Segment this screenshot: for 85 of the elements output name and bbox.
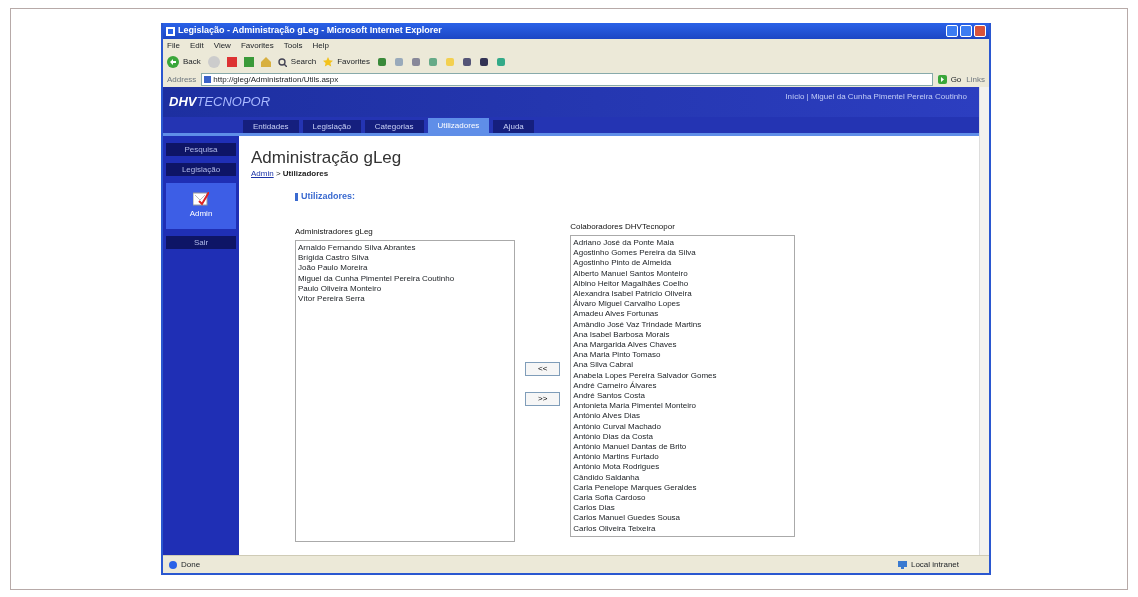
maximize-button[interactable] — [960, 25, 972, 37]
list-option[interactable]: Alexandra Isabel Patrício Oliveira — [573, 288, 793, 300]
list-option[interactable]: João Paulo Moreira — [298, 263, 512, 274]
list-option[interactable]: Miguel da Cunha Pimentel Pereira Coutinho — [298, 273, 512, 284]
list-option[interactable]: António Alves Dias — [573, 411, 793, 422]
list-option[interactable]: Brígida Castro Silva — [298, 253, 512, 264]
checklist-icon — [193, 192, 209, 206]
list-option[interactable]: Cândido Saldanha — [573, 472, 793, 483]
menu-item[interactable]: Tools — [283, 39, 303, 52]
list-label: Administradores gLeg — [295, 225, 374, 238]
favorites-button[interactable]: Favorites — [323, 56, 371, 68]
nav-tab[interactable]: Entidades — [243, 120, 299, 133]
list-option[interactable]: Ana Isabel Barbosa Morais — [573, 329, 793, 340]
list-option[interactable]: Amadeu Alves Fortunas — [573, 309, 793, 320]
back-button[interactable]: Back — [167, 56, 201, 68]
list-option[interactable]: Carlos Dias — [573, 503, 793, 514]
breadcrumb-link[interactable]: Admin — [251, 169, 274, 179]
list-option[interactable]: Ana Margarida Alves Chaves — [573, 339, 793, 351]
minimize-button[interactable] — [946, 25, 958, 37]
list-option[interactable]: André Carneiro Álvares — [573, 380, 793, 391]
menu-item[interactable]: View — [213, 39, 231, 52]
list-option[interactable]: Arnaldo Fernando Silva Abrantes — [298, 242, 512, 254]
close-button[interactable] — [974, 25, 986, 37]
nav-tab[interactable]: Ajuda — [493, 120, 534, 133]
nav-tab[interactable]: Categorias — [364, 120, 424, 133]
zone-text: Local intranet — [910, 558, 959, 571]
list-option[interactable]: António Manuel Dantas de Brito — [573, 441, 793, 453]
list-option[interactable]: Carla Sofia Cardoso — [573, 492, 793, 504]
list-option[interactable]: Carla Penelope Marques Geraldes — [573, 482, 793, 493]
links-button[interactable]: Links — [966, 73, 985, 86]
list-option[interactable]: Ana Silva Cabral — [573, 360, 793, 371]
home-icon[interactable] — [260, 57, 271, 67]
list-label: Colaboradores DHVTecnopor — [570, 220, 676, 233]
list-option[interactable]: Agostinho Gomes Pereira da Silva — [573, 248, 793, 259]
move-button[interactable]: << — [525, 361, 561, 376]
list-option[interactable]: Álvaro Miguel Carvalho Lopes — [573, 299, 793, 310]
list-option[interactable]: Adriano José da Ponte Maia — [573, 237, 793, 249]
list-option[interactable]: António Curval Machado — [573, 421, 793, 432]
list-option[interactable]: Anabela Lopes Pereira Salvador Gomes — [573, 370, 793, 381]
search-icon — [277, 57, 287, 67]
list-option[interactable]: Vítor Pereira Serra — [298, 293, 512, 305]
section-title: Utilizadores: — [301, 190, 355, 204]
sidebar-item[interactable]: Admin — [166, 183, 236, 229]
scrollbar[interactable] — [979, 87, 989, 555]
address-field[interactable]: http://gleg/Administration/Utils.aspx — [201, 73, 933, 86]
list-option[interactable]: Carlos Oliveira Teixeira — [573, 523, 793, 534]
list-option[interactable]: António Martins Furtado — [573, 452, 793, 463]
list-option[interactable]: Antonieta Maria Pimentel Monteiro — [573, 401, 793, 412]
list-option[interactable]: António Mota Rodrigues — [573, 462, 793, 473]
go-arrow-icon — [937, 75, 947, 84]
list-option[interactable]: Alberto Manuel Santos Monteiro — [573, 268, 793, 279]
menu-item[interactable]: Edit — [189, 39, 204, 52]
sidebar-item[interactable]: Legislação — [166, 163, 236, 176]
breadcrumb-separator: > — [275, 169, 281, 179]
list-option[interactable]: Agostinho Pinto de Almeida — [573, 258, 793, 269]
star-icon — [323, 57, 334, 67]
back-arrow-icon — [167, 56, 179, 68]
menu-item[interactable]: Help — [312, 39, 329, 52]
list-option[interactable]: Ana Maria Pinto Tomaso — [573, 350, 793, 361]
list-option[interactable]: Carlos Manuel Guedes Sousa — [573, 513, 793, 524]
address-label: Address — [167, 73, 197, 86]
url-text: http://gleg/Administration/Utils.aspx — [213, 73, 339, 86]
window-title: Legislação - Administração gLeg - Microsoft Internet Explorer — [178, 24, 442, 38]
menu-item[interactable]: Favorites — [240, 39, 274, 52]
collaborators-listbox[interactable] — [570, 234, 796, 537]
nav-tab[interactable]: Legislação — [302, 120, 361, 133]
breadcrumb-current: Utilizadores — [282, 169, 329, 179]
list-option[interactable]: Albino Heitor Magalhães Coelho — [573, 278, 793, 289]
status-text: Done — [181, 558, 201, 571]
list-option[interactable]: André Santos Costa — [573, 390, 793, 402]
intranet-icon — [897, 560, 907, 569]
list-option[interactable]: Paulo Oliveira Monteiro — [298, 283, 512, 294]
sidebar-item[interactable]: Sair — [166, 236, 236, 249]
go-button[interactable]: Go — [937, 73, 962, 86]
sidebar-item[interactable]: Pesquisa — [166, 143, 236, 156]
list-option[interactable]: António Dias da Costa — [573, 431, 793, 442]
menu-item[interactable]: File — [167, 39, 180, 52]
search-button[interactable]: Search — [277, 56, 317, 68]
user-info: Início | Miguel da Cunha Pimentel Pereira Coutinho — [785, 91, 967, 103]
list-option[interactable]: Amândio José Vaz Trindade Martins — [573, 319, 793, 330]
site-logo: DHVTECNOPOR — [169, 93, 271, 112]
admins-listbox[interactable]: Arnaldo Fernando Silva Abrantes Brígida Castro Silva João Paulo Moreira Miguel da Cunha Pimentel Pereira Coutinho Paulo Oliveira Monteiro Vítor Pereira Serra — [295, 239, 515, 542]
move-button[interactable]: >> — [525, 391, 561, 406]
page-heading: Administração gLeg — [251, 148, 403, 169]
bullet-icon — [295, 193, 298, 202]
